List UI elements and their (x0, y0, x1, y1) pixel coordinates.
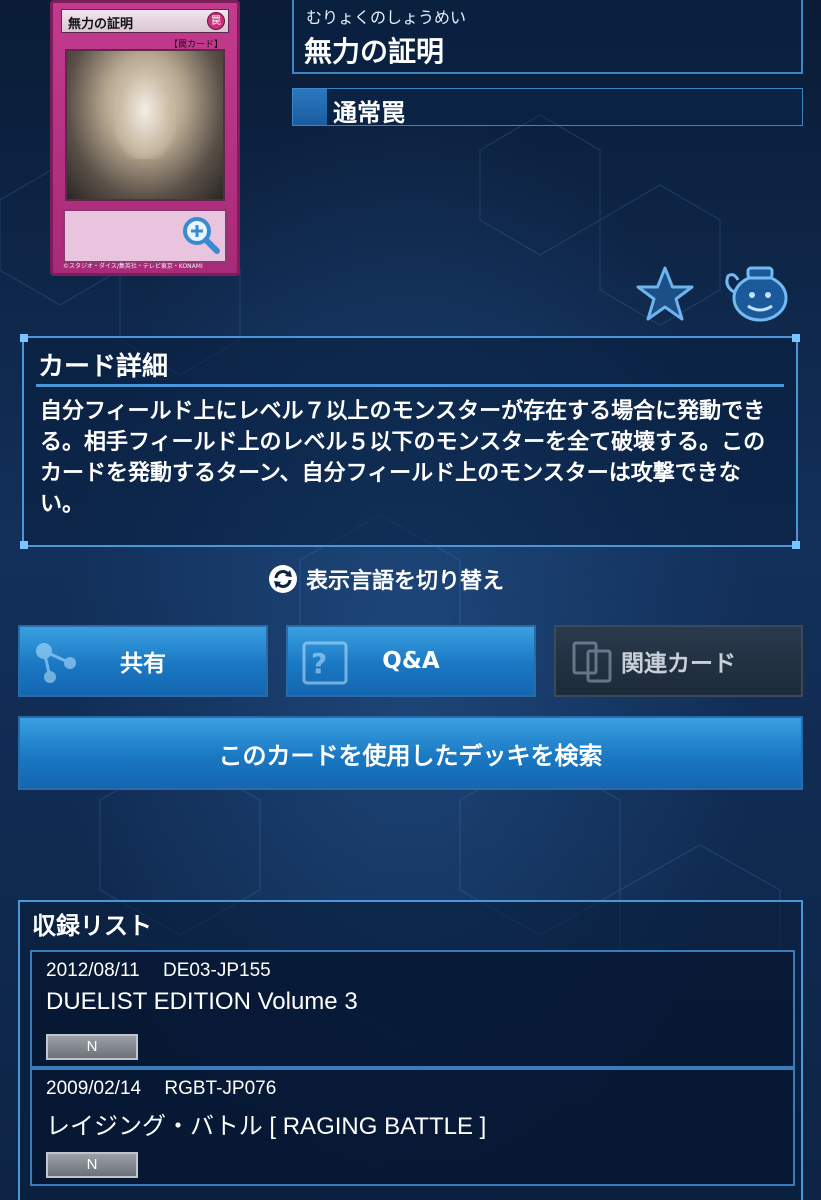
qa-icon: ? (302, 641, 348, 685)
card-type-marker (293, 89, 327, 125)
card-image-name: 無力の証明 (61, 9, 229, 33)
panel-corner (792, 334, 800, 342)
language-toggle-button[interactable]: 表示言語を切り替え (268, 562, 504, 596)
pot-of-greed-icon[interactable] (722, 262, 794, 324)
card-detail-panel: カード詳細 自分フィールド上にレベル７以上のモンスターが存在する場合に発動できる… (20, 334, 800, 549)
card-type-panel: 通常罠 (292, 88, 803, 127)
release-pack-name: レイジング・バトル [ RAGING BATTLE ] (46, 1113, 487, 1140)
share-button-label: 共有 (120, 651, 166, 677)
qa-button[interactable]: ? Q&A (286, 625, 536, 697)
card-name: 無力の証明 (304, 35, 445, 68)
related-card-icon (572, 641, 612, 683)
panel-corner (20, 541, 28, 549)
share-button[interactable]: 共有 (18, 625, 268, 697)
language-toggle-label: 表示言語を切り替え (306, 569, 505, 594)
release-list-title: 収録リスト (32, 912, 152, 940)
svg-text:?: ? (311, 647, 327, 680)
release-code: DE03-JP155 (162, 960, 271, 981)
release-list-panel: 収録リスト 2012/08/11 DE03-JP155 DUELIST EDIT… (18, 900, 803, 1200)
release-date: 2009/02/14 (46, 1078, 142, 1099)
panel-corner (20, 334, 28, 342)
card-artwork (65, 49, 225, 201)
deck-search-label: このカードを使用したデッキを検索 (218, 741, 603, 770)
card-detail-title: カード詳細 (38, 352, 169, 382)
release-code: RGBT-JP076 (164, 1078, 277, 1099)
deck-search-button[interactable]: このカードを使用したデッキを検索 (18, 716, 803, 790)
refresh-icon (269, 565, 297, 593)
related-cards-label: 関連カード (621, 651, 736, 677)
release-date: 2012/08/11 (46, 960, 140, 981)
release-meta: 2009/02/14 RGBT-JP076 (46, 1078, 276, 1100)
rarity-badge: N (46, 1152, 138, 1178)
card-artwork-figure (113, 77, 177, 160)
release-list-item[interactable]: 2012/08/11 DE03-JP155 DUELIST EDITION Vo… (30, 950, 795, 1068)
rarity-badge: N (46, 1034, 138, 1060)
zoom-in-icon[interactable] (180, 214, 222, 256)
release-list-item[interactable]: 2009/02/14 RGBT-JP076 レイジング・バトル [ RAGING… (30, 1068, 795, 1186)
qa-button-label: Q&A (382, 648, 440, 674)
card-type: 通常罠 (333, 99, 405, 127)
panel-corner (792, 541, 800, 549)
release-pack-name: DUELIST EDITION Volume 3 (46, 988, 358, 1015)
divider (36, 384, 784, 387)
card-copyright: ©スタジオ・ダイス/集英社・テレビ東京・KONAMI (63, 263, 203, 270)
card-name-ruby: むりょくのしょうめい (306, 8, 467, 27)
release-meta: 2012/08/11 DE03-JP155 (46, 960, 271, 982)
card-attribute-icon: 罠 (207, 12, 225, 30)
star-icon[interactable] (634, 265, 696, 323)
related-cards-button[interactable]: 関連カード (554, 625, 803, 697)
card-name-panel: むりょくのしょうめい 無力の証明 (292, 0, 803, 74)
card-effect-text: 自分フィールド上にレベル７以上のモンスターが存在する場合に発動できる。相手フィー… (40, 399, 766, 517)
share-icon (36, 643, 76, 683)
